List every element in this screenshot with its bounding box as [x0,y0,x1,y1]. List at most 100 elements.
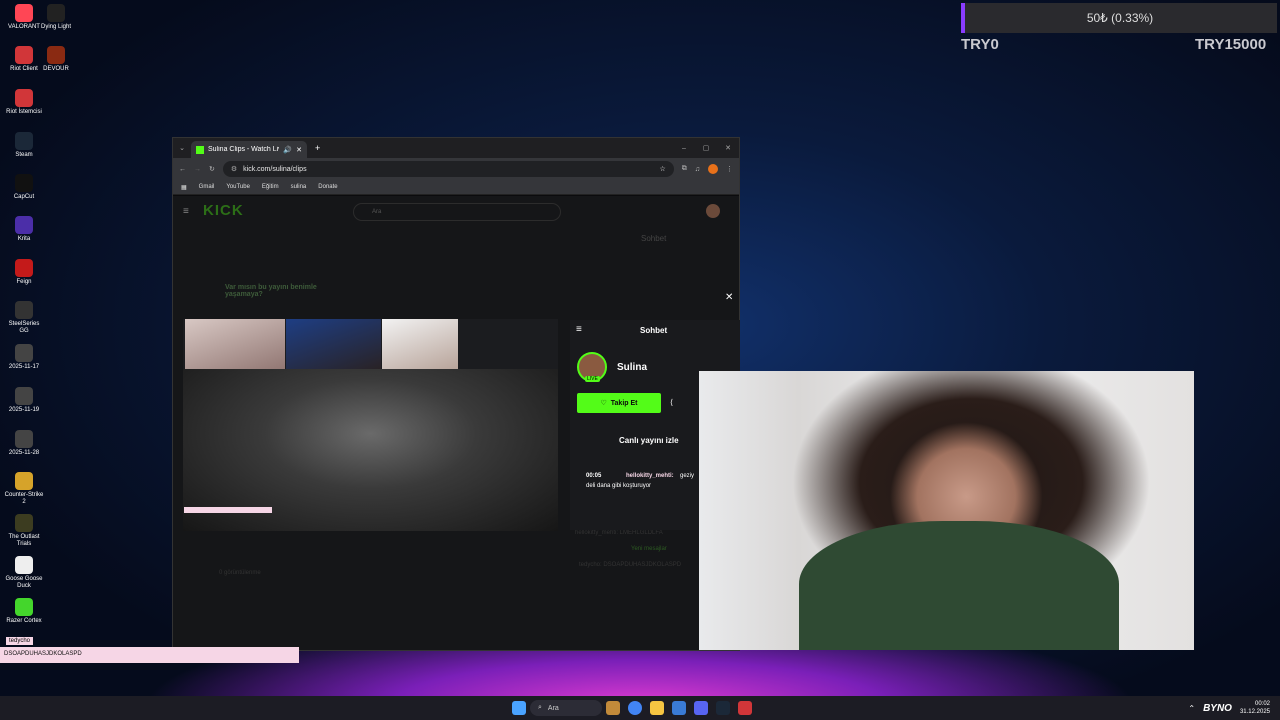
clock-date[interactable]: 31.12.2025 [1240,708,1270,716]
explorer-icon[interactable] [650,701,664,715]
desktop-shortcut[interactable]: 2025-11-19 [4,387,44,414]
desktop-shortcut[interactable]: The Outlast Trials [4,514,44,548]
hamburger-menu-icon[interactable]: ≡ [183,206,189,217]
avatar[interactable] [706,204,720,218]
streamer-name[interactable]: Sulina [617,362,647,373]
start-icon[interactable] [512,701,526,715]
clock-time[interactable]: 00:02 [1240,700,1270,708]
tab-close-icon[interactable]: ✕ [296,146,302,154]
desktop-shortcut[interactable]: DEVOUR [36,46,76,73]
krita-icon [15,216,33,234]
maximize-icon[interactable]: ▢ [695,144,717,152]
new-tab-icon[interactable]: + [315,143,320,153]
follow-label: Takip Et [610,399,638,407]
steam-icon [15,132,33,150]
steelseries-icon [15,301,33,319]
site-info-icon[interactable]: ⚙ [231,165,237,173]
watch-live-link[interactable]: Canlı yayını izle [619,436,679,445]
close-icon[interactable]: ✕ [725,292,733,303]
desktop-shortcut[interactable]: Riot İstemcisi [4,89,44,116]
watermark-logo: BYNO [1203,702,1232,714]
taskbar-search[interactable]: ⌕ Ara [530,700,602,716]
desktop-shortcut[interactable]: 2025-11-28 [4,430,44,457]
apps-grid-icon[interactable]: ▦ [181,184,187,191]
chat-title: Sohbet [640,326,668,335]
donation-goal-bar: 50₺ (0.33%) [961,3,1277,33]
tray-chevron-icon[interactable]: ⌃ [1188,704,1195,713]
desktop-shortcut-label: 2025-11-17 [8,364,40,370]
valorant-icon [15,4,33,22]
app-icon[interactable] [672,701,686,715]
browser-tab[interactable]: Sulina Clips - Watch Live on 🔊 ✕ [191,141,307,158]
profile-avatar[interactable] [708,164,718,174]
desktop-shortcut-label: The Outlast Trials [8,534,40,547]
screenshot-file-icon [15,387,33,405]
steam-taskbar-icon[interactable] [716,701,730,715]
devour-icon [47,46,65,64]
goal-text: 50₺ (0.33%) [1086,11,1154,25]
desktop-shortcut[interactable]: Goose Goose Duck [4,556,44,590]
kick-search-input[interactable]: Ara [353,203,561,221]
taskbar-search-label: Ara [547,704,559,712]
forward-icon[interactable]: → [194,166,201,173]
webcam-person [799,521,1119,650]
desktop-shortcut-label: Razer Cortex [6,618,42,624]
chat-overlay-message: DSOAPDUHASJDKOLASPD [0,647,299,663]
desktop-shortcut[interactable]: Feign [4,259,44,286]
screenshot-file-icon [15,344,33,362]
riot-istemcisi-icon [15,89,33,107]
capcut-icon [15,174,33,192]
minimize-icon[interactable]: – [673,145,695,152]
desktop-shortcut[interactable]: 2025-11-17 [4,344,44,371]
bookmark-gmail[interactable]: Gmail [199,184,215,190]
goal-min-label: TRY0 [961,36,999,53]
desktop-shortcut[interactable]: SteelSeries GG [4,301,44,335]
desktop-shortcut-label: SteelSeries GG [8,321,40,334]
desktop-shortcut[interactable]: CapCut [4,174,44,201]
riot-taskbar-icon[interactable] [738,701,752,715]
views-count: 0 görüntülenme [219,570,261,576]
tab-menu-icon[interactable]: ⌄ [173,144,191,152]
browser-menu-icon[interactable]: ⋮ [726,165,733,173]
chrome-icon[interactable] [628,701,642,715]
goal-max-label: TRY15000 [1195,36,1267,53]
discord-icon[interactable] [694,701,708,715]
back-icon[interactable]: ← [179,166,186,173]
share-icon[interactable]: ⟨ [670,398,673,407]
desktop-shortcut[interactable]: Dying Light [36,4,76,31]
desktop-shortcut[interactable]: Krita [4,216,44,243]
desktop-shortcut[interactable]: Razer Cortex [4,598,44,625]
bg-chat-line-1: hellokitty_mehti: LMEHLGLDLFA [575,530,663,536]
heart-icon: ♡ [600,400,607,407]
bg-chat-new-messages: Yeni mesajlar [631,546,667,552]
kick-logo[interactable]: KICK [203,202,244,219]
taskbar: ⌕ Ara ⌃ BYNO 00:02 31.12.2025 [0,696,1280,720]
desktop-shortcut[interactable]: Steam [4,132,44,159]
desktop-shortcut[interactable]: Counter-Strike 2 [4,472,44,506]
bookmark-donate[interactable]: Donate [318,184,337,190]
chat-collapse-icon[interactable]: ≡ [576,324,582,335]
reload-icon[interactable]: ↻ [209,165,215,173]
chat-user[interactable]: hellokitty_mehti: [626,473,674,479]
chat-text-2: deli dana gibi koşturuyor [586,483,652,489]
bookmark-egitim[interactable]: Eğitim [262,184,279,190]
follow-button[interactable]: ♡ Takip Et [577,393,661,413]
desktop-shortcut-label: CapCut [13,194,35,200]
extensions-icon[interactable]: ⧉ [682,165,687,173]
chat-text-1: geziy [680,473,695,479]
outlast-icon [15,514,33,532]
bg-chat-line-3: tedycho: DSOAPDUHASJDKOLASPD [579,562,682,568]
stream-video-player[interactable] [183,319,558,531]
close-window-icon[interactable]: ✕ [717,144,739,152]
tab-title: Sulina Clips - Watch Live on [208,146,279,153]
tab-audio-icon[interactable]: 🔊 [283,146,292,154]
widgets-icon[interactable] [606,701,620,715]
bookmark-sulina[interactable]: sulina [291,184,307,190]
cs2-icon [15,472,33,490]
bookmark-star-icon[interactable]: ☆ [659,165,665,173]
bookmark-youtube[interactable]: YouTube [226,184,250,190]
webcam-overlay [699,371,1194,650]
desktop-shortcut-label: Feign [16,279,32,285]
address-bar[interactable]: ⚙ kick.com/sulina/clips ☆ [222,161,674,177]
media-icon[interactable]: ♫ [695,166,700,173]
